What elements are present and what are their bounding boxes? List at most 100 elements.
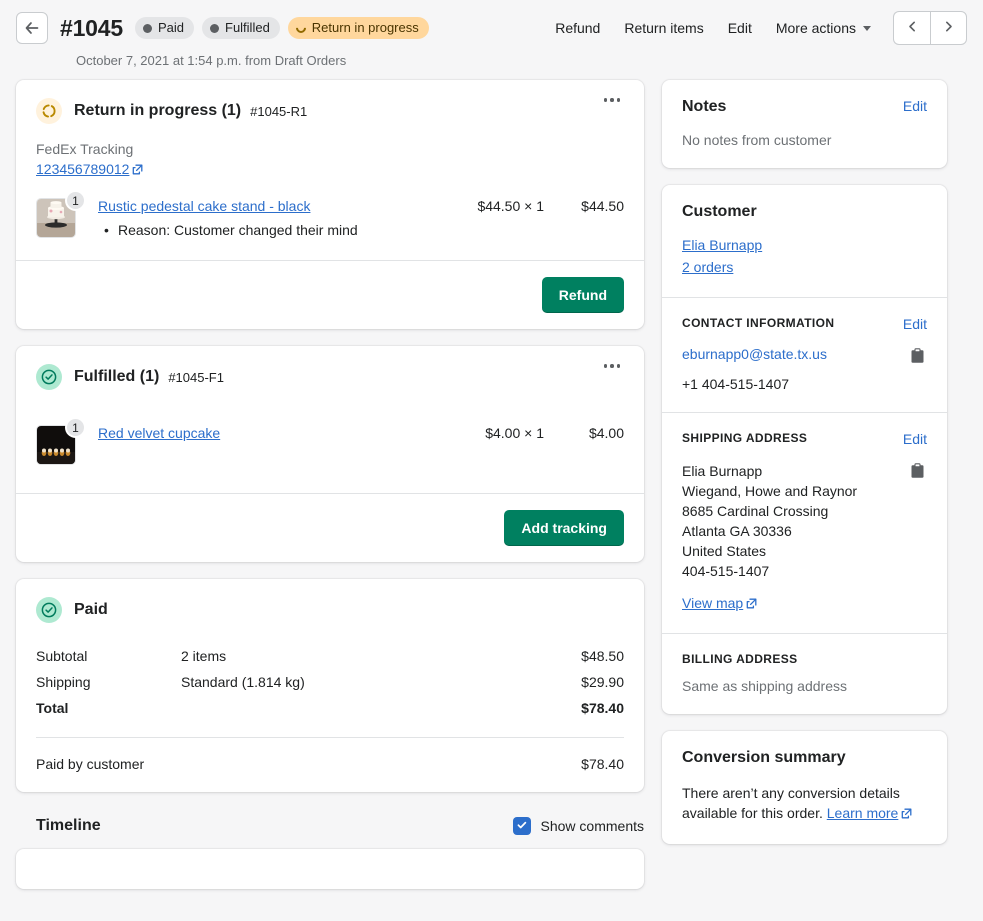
totals-amount: $29.90 bbox=[504, 674, 624, 690]
totals-detail: Standard (1.814 kg) bbox=[181, 674, 504, 690]
paid-by-customer-label: Paid by customer bbox=[36, 756, 581, 772]
fulfilled-card-reference: #1045-F1 bbox=[168, 370, 224, 385]
timeline-header: Timeline Show comments bbox=[16, 809, 644, 849]
add-tracking-button[interactable]: Add tracking bbox=[504, 510, 624, 546]
line-item: 1 Red velvet cupcake $4.00 × 1 $4.00 bbox=[16, 390, 644, 493]
line-item-return-reason: Reason: Customer changed their mind bbox=[118, 222, 424, 238]
timeline-card bbox=[16, 849, 644, 889]
solid-dot-icon bbox=[210, 24, 219, 33]
chevron-down-icon bbox=[863, 26, 871, 31]
external-link-icon bbox=[901, 804, 912, 824]
billing-address-section: BILLING ADDRESS Same as shipping address bbox=[662, 633, 947, 714]
line-item-unit-price: $4.00 × 1 bbox=[424, 425, 544, 441]
refund-action-button[interactable]: Refund bbox=[543, 12, 612, 44]
line-item-details: Rustic pedestal cake stand - black Reaso… bbox=[98, 198, 424, 238]
shipping-address-section: SHIPPING ADDRESS Edit Elia Burnapp Wiega… bbox=[662, 412, 947, 633]
notes-edit-link[interactable]: Edit bbox=[903, 98, 927, 114]
contact-information-section: CONTACT INFORMATION Edit eburnapp0@state… bbox=[662, 297, 947, 412]
header-actions: Refund Return items Edit More actions bbox=[543, 11, 967, 45]
copy-address-button[interactable] bbox=[908, 461, 927, 481]
page-header: #1045 Paid Fulfilled Return in progress … bbox=[0, 0, 983, 80]
notes-body: No notes from customer bbox=[682, 132, 927, 148]
partial-dot-icon bbox=[294, 21, 308, 35]
fulfilled-card-menu-button[interactable] bbox=[596, 358, 629, 374]
totals-detail: 2 items bbox=[181, 648, 504, 664]
paid-by-customer-row: Paid by customer $78.40 bbox=[16, 738, 644, 792]
sidebar-column: Notes Edit No notes from customer Custom… bbox=[662, 80, 947, 861]
return-items-action-button[interactable]: Return items bbox=[612, 12, 715, 44]
chevron-left-icon bbox=[906, 20, 919, 36]
return-card-menu-button[interactable] bbox=[596, 92, 629, 108]
shipping-address-lines: Elia Burnapp Wiegand, Howe and Raynor 86… bbox=[682, 461, 857, 581]
line-item-quantity-badge: 1 bbox=[65, 417, 86, 438]
conversion-summary-section: Conversion summary There aren’t any conv… bbox=[662, 731, 947, 844]
totals-label: Subtotal bbox=[36, 648, 181, 664]
ellipsis-icon bbox=[604, 364, 608, 368]
show-comments-checkbox[interactable] bbox=[513, 817, 531, 835]
billing-address-value: Same as shipping address bbox=[682, 678, 927, 694]
tracking-number-text: 123456789012 bbox=[36, 161, 129, 177]
address-line: 8685 Cardinal Crossing bbox=[682, 501, 857, 521]
show-comments-toggle[interactable]: Show comments bbox=[513, 817, 644, 835]
shipping-address-body: Elia Burnapp Wiegand, Howe and Raynor 86… bbox=[682, 461, 927, 581]
address-line: Wiegand, Howe and Raynor bbox=[682, 481, 857, 501]
main-column: Return in progress (1) #1045-R1 FedEx Tr… bbox=[16, 80, 644, 906]
totals-detail bbox=[181, 700, 504, 716]
line-item-product-link[interactable]: Rustic pedestal cake stand - black bbox=[98, 198, 310, 214]
tracking-number-link[interactable]: 123456789012 bbox=[36, 161, 143, 177]
fulfilled-card-title: Fulfilled (1) bbox=[74, 368, 159, 386]
status-badge-paid: Paid bbox=[135, 17, 194, 39]
copy-email-button[interactable] bbox=[908, 346, 927, 366]
line-item-product-link[interactable]: Red velvet cupcake bbox=[98, 425, 220, 441]
learn-more-link[interactable]: Learn more bbox=[827, 805, 913, 821]
notes-title: Notes bbox=[682, 98, 726, 116]
line-item-total-price: $44.50 bbox=[544, 198, 624, 214]
status-badge-paid-label: Paid bbox=[158, 20, 184, 36]
paid-check-icon bbox=[36, 597, 62, 623]
view-map-link[interactable]: View map bbox=[682, 595, 757, 611]
view-map-text: View map bbox=[682, 595, 743, 611]
address-line: United States bbox=[682, 541, 857, 561]
shipping-edit-link[interactable]: Edit bbox=[903, 431, 927, 447]
status-badge-fulfilled-label: Fulfilled bbox=[225, 20, 270, 36]
billing-address-label: BILLING ADDRESS bbox=[682, 652, 927, 666]
address-line: 404-515-1407 bbox=[682, 561, 857, 581]
customer-orders-link[interactable]: 2 orders bbox=[682, 259, 733, 275]
customer-section: Customer Elia Burnapp 2 orders bbox=[662, 185, 947, 297]
line-item-thumbnail-wrap: 1 bbox=[36, 425, 76, 465]
return-card-title: Return in progress (1) bbox=[74, 102, 241, 120]
next-order-button[interactable] bbox=[930, 11, 967, 45]
more-actions-label: More actions bbox=[776, 20, 856, 36]
show-comments-label: Show comments bbox=[541, 818, 644, 834]
address-line: Atlanta GA 30336 bbox=[682, 521, 857, 541]
line-item-thumbnail-wrap: 1 bbox=[36, 198, 76, 238]
totals-amount: $48.50 bbox=[504, 648, 624, 664]
status-badge-return-in-progress: Return in progress bbox=[288, 17, 429, 39]
timeline-title: Timeline bbox=[36, 817, 101, 835]
previous-order-button[interactable] bbox=[893, 11, 930, 45]
page-body: Return in progress (1) #1045-R1 FedEx Tr… bbox=[0, 80, 983, 906]
more-actions-button[interactable]: More actions bbox=[764, 12, 883, 44]
line-item-quantity-badge: 1 bbox=[65, 190, 86, 211]
return-in-progress-icon bbox=[36, 98, 62, 124]
page-title: #1045 bbox=[60, 15, 123, 42]
fulfilled-check-icon bbox=[36, 364, 62, 390]
refund-button[interactable]: Refund bbox=[542, 277, 624, 313]
paid-card: Paid Subtotal 2 items $48.50 Shipping St… bbox=[16, 579, 644, 792]
totals-label: Shipping bbox=[36, 674, 181, 690]
address-line: Elia Burnapp bbox=[682, 461, 857, 481]
status-badge-return-label: Return in progress bbox=[312, 20, 419, 36]
fulfilled-card: Fulfilled (1) #1045-F1 bbox=[16, 346, 644, 562]
customer-email-link[interactable]: eburnapp0@state.tx.us bbox=[682, 346, 827, 362]
copy-icon bbox=[910, 467, 925, 482]
customer-name-link[interactable]: Elia Burnapp bbox=[682, 237, 762, 253]
edit-action-button[interactable]: Edit bbox=[716, 12, 764, 44]
totals-row-total: Total $78.40 bbox=[36, 695, 624, 721]
customer-title: Customer bbox=[682, 203, 927, 221]
arrow-left-icon bbox=[24, 20, 40, 36]
contact-edit-link[interactable]: Edit bbox=[903, 316, 927, 332]
paid-card-header: Paid bbox=[16, 579, 644, 623]
back-button[interactable] bbox=[16, 12, 48, 44]
status-badge-group: Paid Fulfilled Return in progress bbox=[135, 17, 429, 39]
paid-by-customer-amount: $78.40 bbox=[581, 756, 624, 772]
